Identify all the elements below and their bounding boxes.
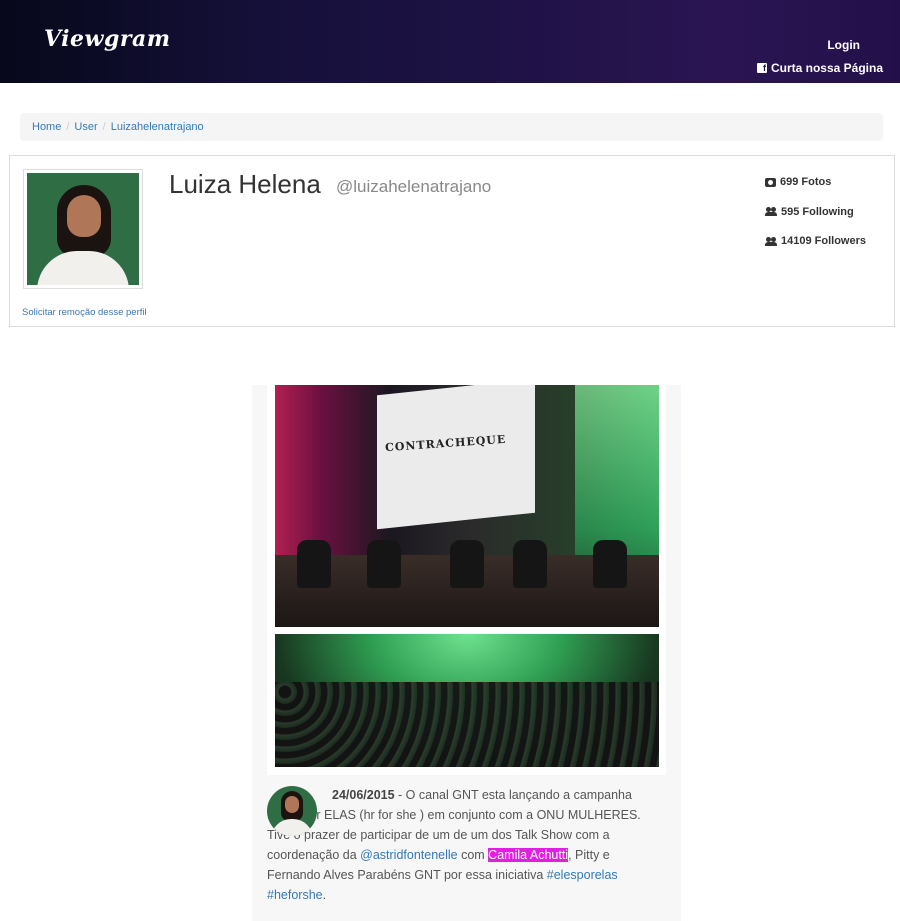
site-logo[interactable]: Viewgram [44, 26, 170, 52]
post-text-part: . [322, 888, 327, 902]
post-caption: 24/06/2015 - O canal GNT esta lançando a… [267, 785, 666, 905]
facebook-page-label: Curta nossa Página [770, 61, 883, 75]
post-photo-stage: CONTRACHEQUE [275, 385, 659, 627]
stat-following-label: 595 Following [781, 205, 854, 218]
profile-photo [27, 173, 139, 285]
post-mention[interactable]: @astridfontenelle [360, 848, 457, 862]
navbar: Viewgram Login f Curta nossa Página [0, 0, 900, 83]
profile-handle: @luizahelenatrajano [336, 177, 492, 196]
stat-following: 595 Following [765, 204, 866, 220]
post-author-avatar[interactable] [267, 786, 317, 836]
camera-icon [765, 177, 776, 187]
breadcrumb-current[interactable]: Luizahelenatrajano [111, 121, 204, 133]
post-hashtag[interactable]: #heforshe [267, 888, 323, 902]
post-date: 24/06/2015 [332, 788, 395, 802]
breadcrumb: Home / User / Luizahelenatrajano [20, 113, 883, 141]
profile-name: Luiza Helena [169, 169, 321, 199]
stat-photos: 699 Fotos [765, 174, 866, 190]
breadcrumb-home[interactable]: Home [32, 121, 61, 133]
facebook-square-icon: f [756, 63, 767, 73]
post-highlight-name: Camila Achutti [488, 848, 569, 862]
facebook-page-link[interactable]: f Curta nossa Página [756, 61, 883, 75]
breadcrumb-separator: / [66, 121, 70, 133]
post-photo-audience [275, 634, 659, 767]
profile-panel: Solicitar remoção desse perfil Luiza Hel… [9, 155, 895, 327]
stat-followers: 14109 Followers [765, 233, 866, 249]
login-link[interactable]: Login [827, 38, 860, 52]
post-card: CONTRACHEQUE 24/06/2015 - O canal GNT es… [252, 385, 681, 921]
breadcrumb-separator: / [102, 121, 106, 133]
users-icon [765, 207, 777, 216]
breadcrumb-user[interactable]: User [74, 121, 97, 133]
profile-stats: 699 Fotos 595 Following 14109 Followers [765, 174, 866, 263]
post-text-part: com [457, 848, 489, 862]
post-hashtag[interactable]: #elesporelas [547, 868, 618, 882]
stat-photos-label: 699 Fotos [780, 176, 832, 188]
users-icon [765, 236, 777, 246]
post-photo[interactable]: CONTRACHEQUE [267, 385, 666, 775]
profile-avatar [23, 169, 143, 289]
stat-followers-label: 14109 Followers [781, 235, 866, 247]
post-body: 24/06/2015 - O canal GNT esta lançando a… [267, 785, 666, 905]
remove-profile-link[interactable]: Solicitar remoção desse perfil [22, 307, 147, 318]
